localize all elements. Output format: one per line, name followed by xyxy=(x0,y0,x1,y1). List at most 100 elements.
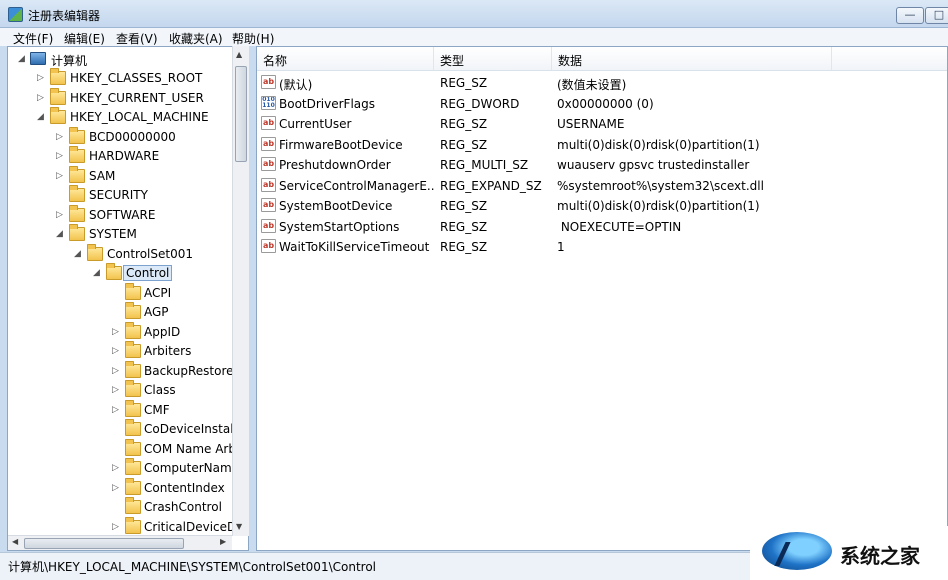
menu-view[interactable]: 查看(V) xyxy=(116,30,158,47)
folder-open-icon xyxy=(87,244,103,261)
menu-help[interactable]: 帮助(H) xyxy=(232,30,274,47)
expand-arrow-icon[interactable]: ▷ xyxy=(111,521,120,533)
string-value-icon: ab xyxy=(261,137,276,151)
collapse-arrow-icon[interactable]: ◢ xyxy=(73,248,82,260)
tree-node-com-name-arbiter[interactable]: COM Name Arb xyxy=(8,439,238,459)
tree-node-bcd[interactable]: ▷ BCD00000000 xyxy=(8,127,238,147)
string-value-icon: ab xyxy=(261,157,276,171)
tree-node-hardware[interactable]: ▷ HARDWARE xyxy=(8,146,238,166)
tree-label: Arbiters xyxy=(144,344,192,358)
expand-arrow-icon[interactable]: ▷ xyxy=(111,384,120,396)
expand-arrow-icon[interactable]: ▷ xyxy=(111,326,120,338)
tree-node-appid[interactable]: ▷ AppID xyxy=(8,322,238,342)
folder-open-icon xyxy=(69,224,85,241)
string-value-icon: ab xyxy=(261,198,276,212)
window-title: 注册表编辑器 xyxy=(28,9,101,23)
column-header-data[interactable]: 数据 xyxy=(552,47,832,71)
tree-node-agp[interactable]: AGP xyxy=(8,302,238,322)
menu-favorites[interactable]: 收藏夹(A) xyxy=(169,30,223,47)
expand-arrow-icon[interactable]: ▷ xyxy=(111,345,120,357)
minimize-button[interactable]: — xyxy=(896,7,924,24)
tree-label: ControlSet001 xyxy=(107,247,193,261)
tree-node-sam[interactable]: ▷ SAM xyxy=(8,166,238,186)
table-row[interactable]: ab CurrentUser REG_SZ USERNAME xyxy=(257,113,947,133)
tree-label: SECURITY xyxy=(89,188,148,202)
tree-node-system[interactable]: ◢ SYSTEM xyxy=(8,224,238,244)
values-list[interactable]: 名称 类型 数据 ab (默认) REG_SZ (数值未设置) 010 110 B… xyxy=(256,46,948,551)
tree-node-crashcontrol[interactable]: CrashControl xyxy=(8,497,238,517)
table-row[interactable]: ab PreshutdownOrder REG_MULTI_SZ wuauser… xyxy=(257,154,947,174)
folder-icon xyxy=(125,497,141,514)
folder-icon xyxy=(69,205,85,222)
value-type: REG_SZ xyxy=(440,220,488,234)
table-row[interactable]: ab (默认) REG_SZ (数值未设置) xyxy=(257,72,947,92)
expand-arrow-icon[interactable]: ▷ xyxy=(55,209,64,221)
collapse-arrow-icon[interactable]: ◢ xyxy=(55,228,64,240)
tree-node-hkcu[interactable]: ▷ HKEY_CURRENT_USER xyxy=(8,88,238,108)
expand-arrow-icon[interactable]: ▷ xyxy=(36,72,45,84)
maximize-button[interactable]: □ xyxy=(925,7,948,24)
scroll-down-arrow-icon[interactable]: ▼ xyxy=(236,522,242,531)
collapse-arrow-icon[interactable]: ◢ xyxy=(17,53,26,65)
table-row[interactable]: ab WaitToKillServiceTimeout REG_SZ 1 xyxy=(257,236,947,256)
scroll-left-arrow-icon[interactable]: ◀ xyxy=(12,537,18,546)
table-row[interactable]: ab ServiceControlManagerE... REG_EXPAND_… xyxy=(257,175,947,195)
folder-icon xyxy=(125,361,141,378)
expand-arrow-icon[interactable]: ▷ xyxy=(36,92,45,104)
registry-tree[interactable]: ◢ 计算机 ▷ HKEY_CLASSES_ROOT ▷ HKEY_CURRENT… xyxy=(7,46,249,551)
value-name: FirmwareBootDevice xyxy=(279,138,403,152)
watermark-logo: 系统之家 xyxy=(750,526,948,580)
expand-arrow-icon[interactable]: ▷ xyxy=(55,150,64,162)
tree-node-controlset001[interactable]: ◢ ControlSet001 xyxy=(8,244,238,264)
tree-node-hkcr[interactable]: ▷ HKEY_CLASSES_ROOT xyxy=(8,68,238,88)
computer-icon xyxy=(30,52,46,65)
folder-icon xyxy=(50,88,66,105)
tree-node-backuprestore[interactable]: ▷ BackupRestore xyxy=(8,361,238,381)
table-row[interactable]: ab SystemStartOptions REG_SZ NOEXECUTE=O… xyxy=(257,216,947,236)
column-header-type[interactable]: 类型 xyxy=(434,47,552,71)
expand-arrow-icon[interactable]: ▷ xyxy=(55,131,64,143)
collapse-arrow-icon[interactable]: ◢ xyxy=(36,111,45,123)
tree-node-security[interactable]: SECURITY xyxy=(8,185,238,205)
tree-node-contentindex[interactable]: ▷ ContentIndex xyxy=(8,478,238,498)
regedit-icon xyxy=(8,7,23,22)
table-row[interactable]: 010 110 BootDriverFlags REG_DWORD 0x00000… xyxy=(257,93,947,113)
menu-edit[interactable]: 编辑(E) xyxy=(64,30,105,47)
tree-node-acpi[interactable]: ACPI xyxy=(8,283,238,303)
tree-label: HKEY_CURRENT_USER xyxy=(70,91,204,105)
menu-file[interactable]: 文件(F) xyxy=(13,30,53,47)
folder-icon xyxy=(125,517,141,534)
tree-horizontal-scrollbar[interactable]: ◀ ▶ xyxy=(8,535,232,550)
tree-node-class[interactable]: ▷ Class xyxy=(8,380,238,400)
tree-vertical-scrollbar[interactable]: ▲ ▼ xyxy=(232,46,249,536)
folder-icon xyxy=(125,283,141,300)
table-row[interactable]: ab FirmwareBootDevice REG_SZ multi(0)dis… xyxy=(257,134,947,154)
expand-arrow-icon[interactable]: ▷ xyxy=(111,462,120,474)
folder-icon xyxy=(125,458,141,475)
scroll-thumb[interactable] xyxy=(235,66,247,162)
collapse-arrow-icon[interactable]: ◢ xyxy=(92,267,101,279)
value-data: %systemroot%\system32\scext.dll xyxy=(557,179,764,193)
tree-node-control[interactable]: ◢ Control xyxy=(8,263,238,283)
tree-node-arbiters[interactable]: ▷ Arbiters xyxy=(8,341,238,361)
folder-icon xyxy=(125,478,141,495)
tree-label: ComputerName xyxy=(144,461,240,475)
tree-node-codeviceinstallers[interactable]: CoDeviceInstalle xyxy=(8,419,244,439)
column-header-name[interactable]: 名称 xyxy=(257,47,434,71)
scroll-right-arrow-icon[interactable]: ▶ xyxy=(220,537,226,546)
expand-arrow-icon[interactable]: ▷ xyxy=(111,365,120,377)
tree-node-software[interactable]: ▷ SOFTWARE xyxy=(8,205,238,225)
tree-node-computer[interactable]: ◢ 计算机 xyxy=(8,50,238,69)
folder-icon xyxy=(69,127,85,144)
expand-arrow-icon[interactable]: ▷ xyxy=(55,170,64,182)
tree-node-cmf[interactable]: ▷ CMF xyxy=(8,400,238,420)
tree-node-hklm[interactable]: ◢ HKEY_LOCAL_MACHINE xyxy=(8,107,238,127)
tree-node-computername[interactable]: ▷ ComputerName xyxy=(8,458,240,478)
table-row[interactable]: ab SystemBootDevice REG_SZ multi(0)disk(… xyxy=(257,195,947,215)
expand-arrow-icon[interactable]: ▷ xyxy=(111,404,120,416)
expand-arrow-icon[interactable]: ▷ xyxy=(111,482,120,494)
value-data: (数值未设置) xyxy=(557,78,627,92)
scroll-thumb[interactable] xyxy=(24,538,184,549)
string-value-icon: ab xyxy=(261,75,276,89)
scroll-up-arrow-icon[interactable]: ▲ xyxy=(236,50,242,59)
